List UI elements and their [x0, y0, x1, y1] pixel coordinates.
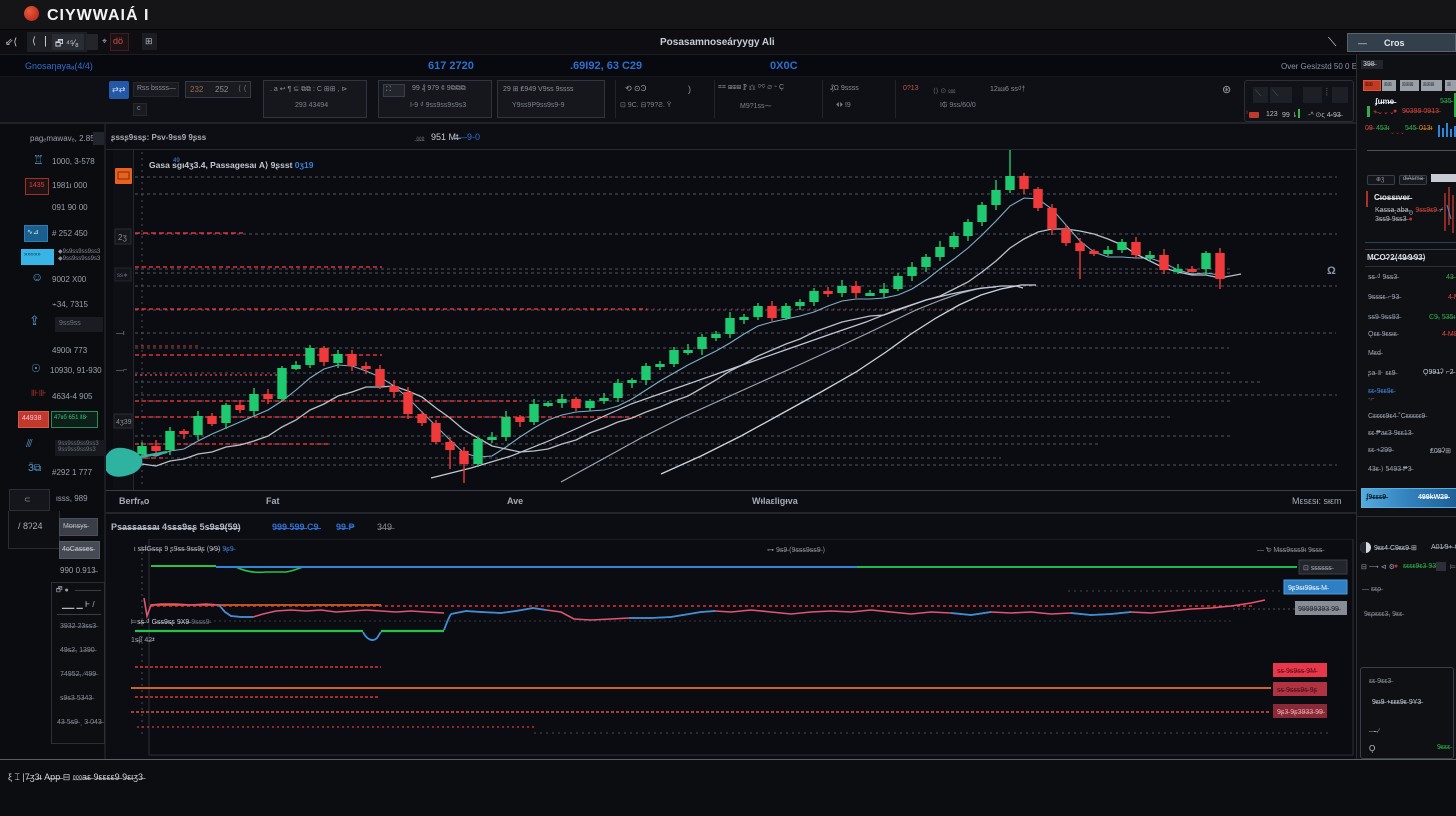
svg-text:s̶s̶ 9̶s̶9̶s̶s̶ 9̶M̶: s̶s̶ 9̶s̶9̶s̶s̶ 9̶M̶: [1277, 668, 1319, 675]
svg-text:9̶9̶9̶9̶9̶3̶9̶3̶ 9̶9̶: 9̶9̶9̶9̶9̶3̶9̶3̶ 9̶9̶: [1298, 606, 1342, 613]
svg-text:2ʒ: 2ʒ: [118, 233, 127, 242]
svg-text:ss∗: ss∗: [117, 273, 128, 279]
svg-text:Ω: Ω: [1327, 265, 1336, 277]
svg-text:1s̶β 4̶2̶ᵜ: 1s̶β 4̶2̶ᵜ: [131, 637, 155, 644]
svg-text:4ʒ39: 4ʒ39: [116, 419, 132, 426]
svg-text:—⌐: —⌐: [116, 367, 127, 374]
svg-text:⊡ s̶s̶s̶s̶s̶s̶: ⊡ s̶s̶s̶s̶s̶s̶: [1303, 565, 1335, 572]
svg-text:— ₻ M̶s̶s̶9̶s̶s̶s̶9̶ι 9̶s̶s̶s: — ₻ M̶s̶s̶9̶s̶s̶s̶9̶ι 9̶s̶s̶s̶: [1257, 546, 1325, 554]
svg-text:Gasa sgι4ʒ3.4, Passagesaι A⟩: Gasa sgι4ʒ3.4, Passagesaι A⟩ 9ʂsst 0ʒ19: [149, 160, 314, 170]
svg-text:⊨s̶s̶ ₫ G̶s̶s̶9̶s̶ʂ 9̶X̶9̶ 9̶s: ⊨s̶s̶ ₫ G̶s̶s̶9̶s̶ʂ 9̶X̶9̶ 9̶s̶s̶s̶9̶: [131, 619, 213, 626]
svg-text:ι s̶s̶f̶G̶s̶s̶ʂ 9 ʂ9̶s̶s̶ 9̶s̶: ι s̶s̶f̶G̶s̶s̶ʂ 9 ʂ9̶s̶s̶ 9̶s̶s̶9̶ʂ (9̶∕…: [134, 546, 237, 553]
svg-text:⊶ 9̶s̶9̶ (9̶s̶s̶s̶9̶s̶s̶9̶ ): ⊶ 9̶s̶9̶ (9̶s̶s̶s̶9̶s̶s̶9̶ ): [767, 547, 825, 554]
svg-text:s̶s̶ 9̶s̶s̶s̶9̶s̶ 9̶ʂ: s̶s̶ 9̶s̶s̶s̶9̶s̶ 9̶ʂ: [1277, 687, 1318, 694]
svg-text:9̶ʂ3̶ 9̶ʂ3̶9̶3̶3̶ 9̶9̶: 9̶ʂ3̶ 9̶ʂ3̶9̶3̶3̶ 9̶9̶: [1277, 709, 1326, 716]
svg-text:—ι: —ι: [116, 330, 125, 337]
svg-text:9̶ʂ9̶s̶ι9̶9̶s̶s̶ M̶: 9̶ʂ9̶s̶ι9̶9̶s̶s̶ M̶: [1288, 585, 1330, 592]
